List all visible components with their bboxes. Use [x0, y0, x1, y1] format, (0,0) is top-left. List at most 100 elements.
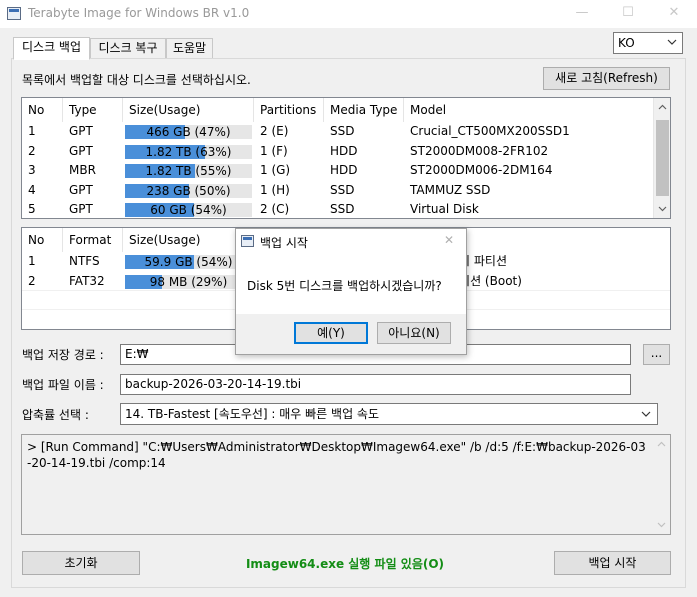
- disk-media-type: SSD: [330, 202, 355, 216]
- partition-label: 설치 파티션: [448, 254, 508, 268]
- disk-model: ST2000DM008-2FR102: [410, 143, 549, 158]
- disk-no: 5: [28, 202, 36, 216]
- dialog-message: Disk 5번 디스크를 백업하시겠습니까?: [247, 279, 442, 293]
- compression-value: 14. TB-Fastest [속도우선] : 매우 빠른 백업 속도: [125, 407, 380, 421]
- chevron-down-icon: [667, 39, 677, 45]
- disk-no: 4: [28, 182, 36, 197]
- usage-text: 1.82 TB (63%): [145, 144, 232, 159]
- command-log-text: > [Run Command] "C:₩Users₩Administrator₩…: [27, 440, 646, 470]
- scroll-down-icon[interactable]: [656, 519, 667, 530]
- dialog-body: Disk 5번 디스크를 백업하시겠습니까?: [236, 253, 466, 314]
- usage-bar: 59.9 GB (54%): [125, 255, 252, 269]
- log-scrollbar[interactable]: [653, 435, 670, 534]
- disk-type: GPT: [69, 182, 93, 197]
- language-value: KO: [618, 36, 635, 50]
- start-backup-button[interactable]: 백업 시작: [554, 551, 671, 575]
- backup-path-label: 백업 저장 경로 :: [22, 348, 104, 362]
- col-no[interactable]: No: [22, 228, 63, 252]
- language-select[interactable]: KO: [613, 32, 683, 54]
- disk-no: 2: [28, 143, 36, 158]
- disk-type: MBR: [69, 163, 96, 177]
- partition-no: 1: [28, 254, 36, 268]
- disk-row[interactable]: 5 GPT 60 GB (54%) 2 (C) SSD Virtual Disk: [22, 200, 654, 218]
- dialog-yes-button[interactable]: 예(Y): [294, 322, 368, 344]
- partition-label: 파티션 (Boot): [448, 273, 522, 288]
- tab-disk-backup[interactable]: 디스크 백업: [13, 37, 90, 60]
- usage-text: 238 GB (50%): [146, 183, 231, 198]
- disk-model: TAMMUZ SSD: [410, 182, 491, 197]
- reset-button[interactable]: 초기화: [22, 551, 140, 575]
- confirm-dialog: 백업 시작 ✕ Disk 5번 디스크를 백업하시겠습니까? 예(Y) 아니요(…: [235, 228, 467, 355]
- scroll-up-icon[interactable]: [657, 102, 668, 113]
- col-format[interactable]: Format: [63, 228, 123, 252]
- usage-bar: 1.82 TB (55%): [125, 164, 252, 178]
- disk-media-type: SSD: [330, 124, 355, 138]
- disk-row[interactable]: 3 MBR 1.82 TB (55%) 1 (G) HDD ST2000DM006-2DM…: [22, 161, 654, 180]
- backup-file-label: 백업 파일 이름 :: [22, 378, 104, 392]
- browse-button[interactable]: ...: [643, 344, 670, 365]
- usage-text: 466 GB (47%): [146, 125, 231, 139]
- dialog-title: 백업 시작: [260, 236, 308, 250]
- backup-file-input[interactable]: backup-2026-03-20-14-19.tbi: [120, 374, 631, 395]
- col-type[interactable]: Type: [63, 98, 123, 122]
- chevron-down-icon: [641, 411, 651, 417]
- disk-partitions: 1 (F): [260, 143, 288, 158]
- disk-model: ST2000DM006-2DM164: [410, 163, 553, 177]
- disk-row[interactable]: 4 GPT 238 GB (50%) 1 (H) SSD TAMMUZ SSD: [22, 181, 654, 200]
- usage-bar: 466 GB (47%): [125, 125, 252, 139]
- compression-select[interactable]: 14. TB-Fastest [속도우선] : 매우 빠른 백업 속도: [120, 403, 658, 425]
- disk-partitions: 2 (C): [260, 202, 290, 216]
- tab-disk-restore[interactable]: 디스크 복구: [90, 38, 166, 59]
- disk-row[interactable]: 2 GPT 1.82 TB (63%) 1 (F) HDD ST2000DM008-2FR…: [22, 142, 654, 161]
- usage-text: 98 MB (29%): [149, 274, 228, 289]
- disk-no: 1: [28, 124, 36, 138]
- app-icon: [7, 7, 21, 20]
- maximize-button[interactable]: ☐: [605, 0, 651, 28]
- compression-label: 압축률 선택 :: [22, 408, 89, 422]
- command-log[interactable]: > [Run Command] "C:₩Users₩Administrator₩…: [21, 434, 671, 535]
- usage-text: 1.82 TB (55%): [145, 164, 232, 178]
- usage-bar: 238 GB (50%): [125, 183, 252, 198]
- minimize-button[interactable]: —: [559, 0, 605, 28]
- usage-bar: 1.82 TB (63%): [125, 144, 252, 159]
- col-partitions[interactable]: Partitions: [254, 98, 324, 122]
- disk-media-type: SSD: [330, 182, 355, 197]
- col-model[interactable]: Model: [404, 98, 654, 122]
- disk-partitions: 1 (G): [260, 163, 291, 177]
- usage-bar: 60 GB (54%): [125, 203, 252, 217]
- scroll-down-icon[interactable]: [657, 203, 668, 214]
- title-bar: Terabyte Image for Windows BR v1.0 — ☐ ✕: [0, 0, 697, 28]
- col-no[interactable]: No: [22, 98, 63, 122]
- disk-media-type: HDD: [330, 143, 358, 158]
- instruction-text: 목록에서 백업할 대상 디스크를 선택하십시오.: [22, 73, 251, 87]
- partition-format: FAT32: [69, 273, 105, 288]
- disk-list-header: No Type Size(Usage) Partitions Media Typ…: [22, 98, 654, 122]
- scroll-up-icon[interactable]: [656, 439, 667, 450]
- disk-media-type: HDD: [330, 163, 358, 177]
- disk-partitions: 2 (E): [260, 124, 289, 138]
- scrollbar-thumb[interactable]: [656, 120, 669, 196]
- disk-row[interactable]: 1 GPT 466 GB (47%) 2 (E) SSD Crucial_CT500MX2…: [22, 122, 654, 141]
- dialog-close-button[interactable]: ✕: [444, 233, 454, 247]
- usage-text: 60 GB (54%): [150, 203, 227, 217]
- dialog-titlebar: 백업 시작 ✕: [236, 229, 466, 253]
- disk-list-scrollbar[interactable]: [653, 98, 670, 218]
- col-size[interactable]: Size(Usage): [123, 98, 254, 122]
- refresh-button[interactable]: 새로 고침(Refresh): [543, 67, 670, 90]
- disk-list[interactable]: No Type Size(Usage) Partitions Media Typ…: [21, 97, 671, 219]
- usage-bar: 98 MB (29%): [125, 274, 252, 289]
- disk-type: GPT: [69, 124, 93, 138]
- tab-help[interactable]: 도움말: [166, 38, 213, 59]
- disk-model: Crucial_CT500MX200SSD1: [410, 124, 570, 138]
- dialog-no-button[interactable]: 아니요(N): [377, 322, 451, 344]
- partition-no: 2: [28, 273, 36, 288]
- disk-no: 3: [28, 163, 36, 177]
- disk-type: GPT: [69, 202, 93, 216]
- col-media-type[interactable]: Media Type: [324, 98, 404, 122]
- app-icon: [241, 235, 254, 247]
- window-title: Terabyte Image for Windows BR v1.0: [28, 6, 250, 20]
- close-button[interactable]: ✕: [651, 0, 697, 28]
- disk-model: Virtual Disk: [410, 202, 479, 216]
- usage-text: 59.9 GB (54%): [144, 255, 233, 269]
- status-text: Imagew64.exe 실행 파일 있음(O): [245, 557, 445, 571]
